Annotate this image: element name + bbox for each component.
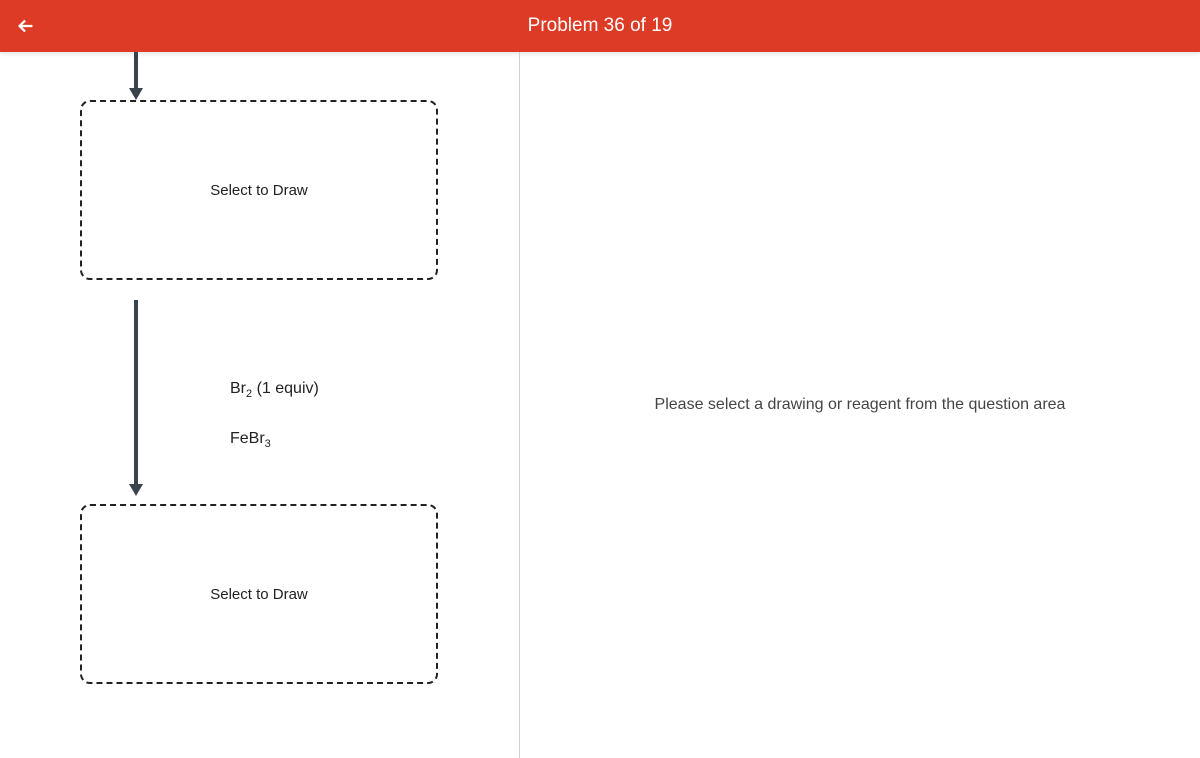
content-area: Select to Draw Br2 (1 equiv) FeBr3	[0, 52, 1200, 758]
draw-box-1[interactable]: Select to Draw	[80, 100, 438, 280]
editor-placeholder-message: Please select a drawing or reagent from …	[655, 396, 1066, 414]
draw-box-2[interactable]: Select to Draw	[80, 504, 438, 684]
reagent-2: FeBr3	[230, 430, 319, 450]
page-title: Problem 36 of 19	[0, 15, 1200, 37]
reagent-1-prefix: Br	[230, 380, 246, 397]
back-button[interactable]	[12, 12, 40, 40]
reagent-2-prefix: FeBr	[230, 430, 265, 447]
app-header: Problem 36 of 19	[0, 0, 1200, 52]
arrow-down-icon	[80, 52, 180, 100]
reagent-block[interactable]: Br2 (1 equiv) FeBr3	[230, 380, 319, 480]
reagent-2-sub: 3	[265, 438, 271, 450]
arrow-2	[80, 280, 180, 504]
arrow-1	[80, 52, 489, 100]
editor-panel: Please select a drawing or reagent from …	[520, 52, 1200, 758]
question-panel: Select to Draw Br2 (1 equiv) FeBr3	[0, 52, 520, 758]
draw-box-2-label: Select to Draw	[210, 586, 308, 603]
draw-box-1-label: Select to Draw	[210, 182, 308, 199]
arrow-left-icon	[15, 15, 37, 37]
reagent-1: Br2 (1 equiv)	[230, 380, 319, 400]
arrow-down-icon	[80, 280, 180, 504]
reagent-1-suffix: (1 equiv)	[252, 380, 319, 397]
